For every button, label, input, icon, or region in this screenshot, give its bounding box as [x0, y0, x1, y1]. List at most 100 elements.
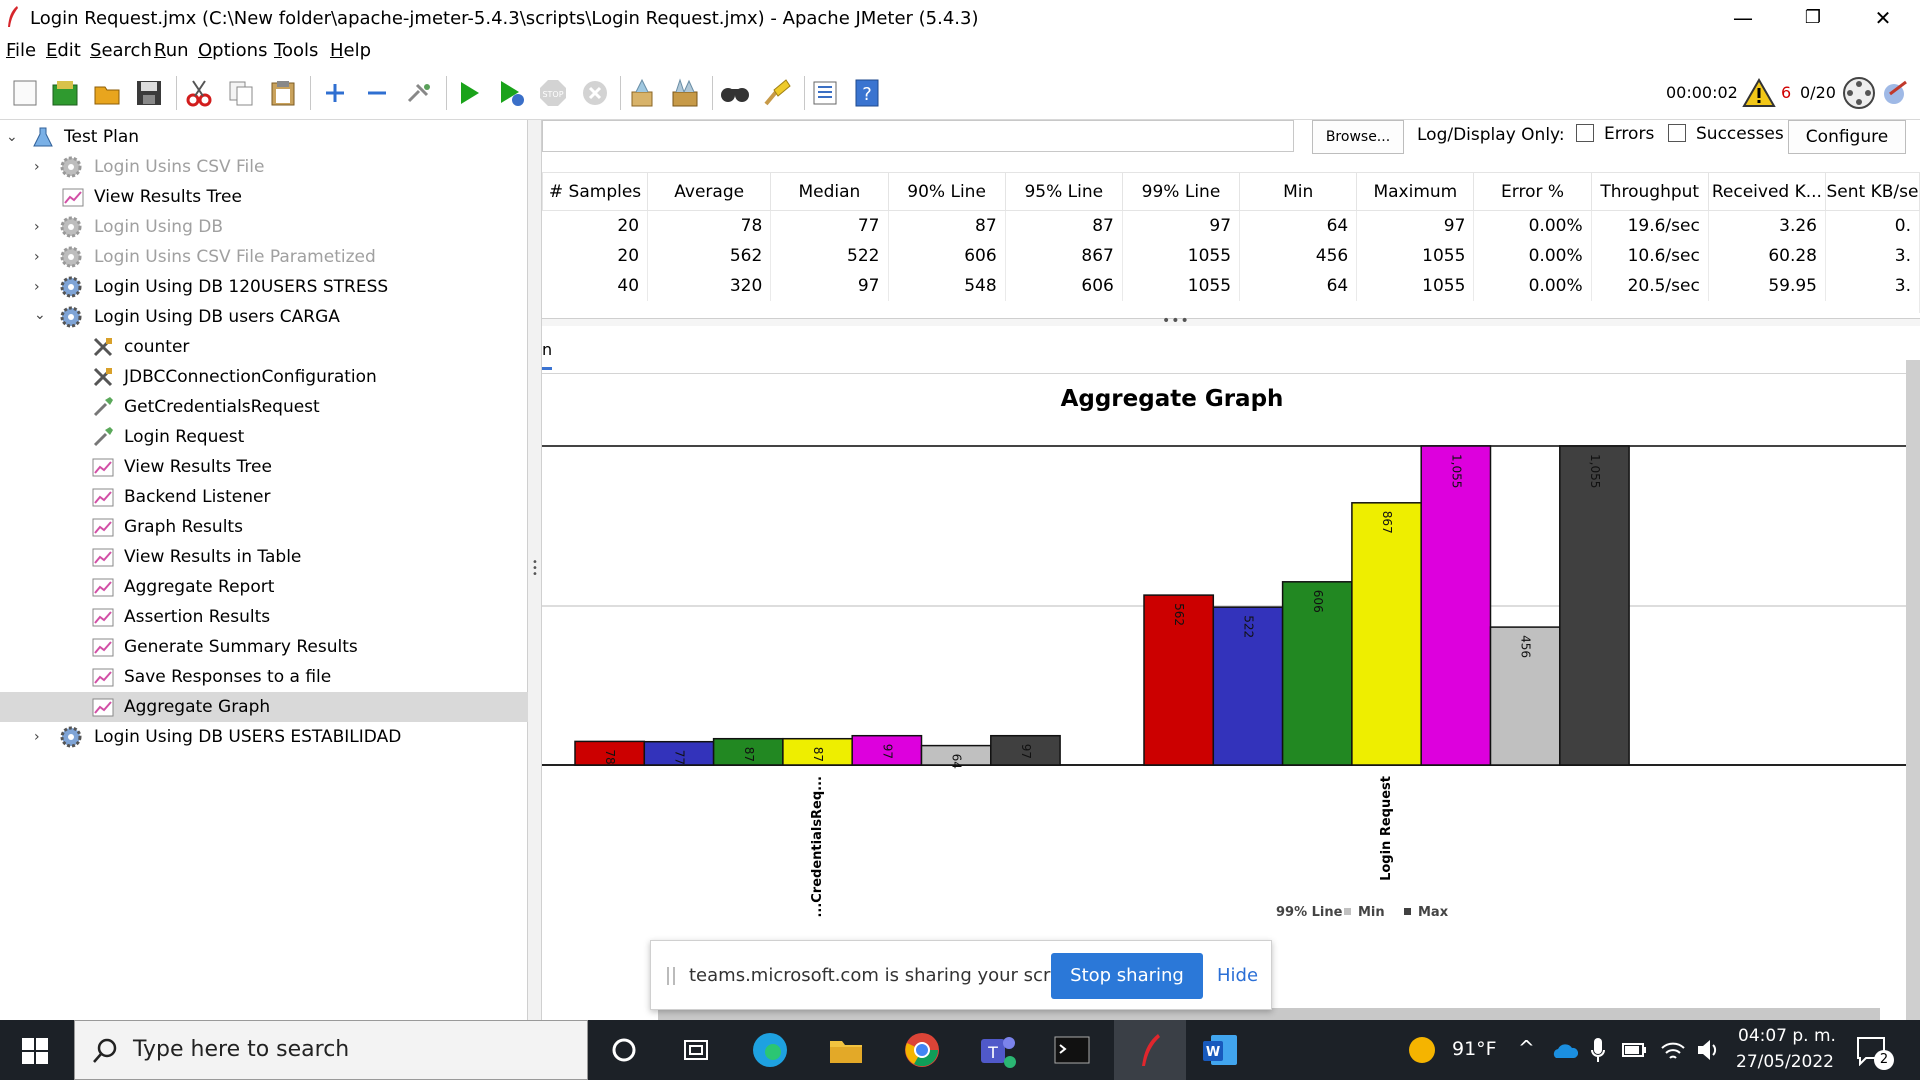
- column-header[interactable]: Received K...: [1707, 172, 1827, 211]
- tree-node-aggregate-report[interactable]: Aggregate Report: [0, 572, 528, 602]
- filename-input[interactable]: [542, 120, 1294, 152]
- stop-icon[interactable]: STOP: [536, 76, 570, 110]
- cut-icon[interactable]: [182, 76, 216, 110]
- tree-node-login-request[interactable]: Login Request: [0, 422, 528, 452]
- function-helper-icon[interactable]: [808, 76, 842, 110]
- expand-all-icon[interactable]: [318, 76, 352, 110]
- configure-button[interactable]: Configure: [1788, 120, 1906, 154]
- jmeter-taskbar-active[interactable]: [1114, 1020, 1186, 1080]
- terminal-icon[interactable]: [1052, 1030, 1092, 1070]
- errors-checkbox[interactable]: [1576, 124, 1594, 142]
- table-row[interactable]: 40 320 97 548 606 1055 64 1055 0.00% 20.5/sec 59.9…: [542, 270, 1920, 301]
- file-explorer-icon[interactable]: [826, 1030, 866, 1070]
- table-row[interactable]: 20 562 522 606 867 1055 456 1055 0.00% 10.6/sec 60…: [542, 240, 1920, 271]
- expand-icon[interactable]: ›: [34, 280, 48, 294]
- tree-node-backend-listener[interactable]: Backend Listener: [0, 482, 528, 512]
- tree-node-view-results-tree-child[interactable]: View Results Tree: [0, 452, 528, 482]
- minimize-button[interactable]: —: [1720, 4, 1766, 32]
- wifi-icon[interactable]: [1660, 1038, 1686, 1062]
- tree-node-assertion-results[interactable]: Assertion Results: [0, 602, 528, 632]
- start-icon[interactable]: [452, 76, 486, 110]
- collapse-all-icon[interactable]: [360, 76, 394, 110]
- new-icon[interactable]: [8, 76, 42, 110]
- tree-node-get-credentials-request[interactable]: GetCredentialsRequest: [0, 392, 528, 422]
- close-button[interactable]: ✕: [1860, 4, 1906, 32]
- tree-node-login-using-db-users-carga[interactable]: ⌄ Login Using DB users CARGA: [0, 302, 528, 332]
- tree-node-login-usins-csv-file[interactable]: › Login Usins CSV File: [0, 152, 528, 182]
- collapse-icon[interactable]: ⌄: [34, 308, 48, 322]
- paste-icon[interactable]: [266, 76, 300, 110]
- start-no-pauses-icon[interactable]: [494, 76, 528, 110]
- split-divider[interactable]: •••: [542, 313, 1920, 329]
- expand-icon[interactable]: ›: [34, 730, 48, 744]
- tree-node-login-using-db-users-estabilidad[interactable]: › Login Using DB USERS ESTABILIDAD: [0, 722, 528, 752]
- menu-tools[interactable]: Tools: [274, 40, 318, 61]
- column-header[interactable]: Median: [770, 172, 889, 211]
- drag-handle-icon[interactable]: [667, 967, 675, 985]
- menu-options[interactable]: Options: [198, 40, 267, 61]
- column-header[interactable]: # Samples: [541, 172, 649, 211]
- tree-node-generate-summary-results[interactable]: Generate Summary Results: [0, 632, 528, 662]
- clock-time[interactable]: 04:07 p. m.: [1738, 1026, 1836, 1046]
- column-header[interactable]: Error %: [1473, 172, 1592, 211]
- panel-splitter[interactable]: • • •: [528, 120, 542, 1020]
- clock-date[interactable]: 27/05/2022: [1736, 1052, 1834, 1072]
- tree-node-jdbc-connection-configuration[interactable]: JDBCConnectionConfiguration: [0, 362, 528, 392]
- save-icon[interactable]: [132, 76, 166, 110]
- clear-icon[interactable]: [626, 76, 660, 110]
- windows-start-icon[interactable]: [22, 1038, 48, 1064]
- menu-edit[interactable]: Edit: [46, 40, 81, 61]
- column-header[interactable]: Sent KB/se: [1825, 172, 1920, 211]
- copy-icon[interactable]: [224, 76, 258, 110]
- column-header[interactable]: Throughput: [1590, 172, 1709, 211]
- stop-sharing-button[interactable]: Stop sharing: [1051, 953, 1203, 999]
- column-header[interactable]: Maximum: [1356, 172, 1475, 211]
- menu-help[interactable]: Help: [330, 40, 371, 61]
- taskbar-search-box[interactable]: Type here to search: [74, 1020, 588, 1080]
- expand-icon[interactable]: ›: [34, 250, 48, 264]
- weather-temperature[interactable]: 91°F: [1452, 1038, 1497, 1060]
- warning-icon[interactable]: [1742, 78, 1776, 108]
- column-header[interactable]: 99% Line: [1121, 172, 1241, 211]
- tree-node-aggregate-graph[interactable]: Aggregate Graph: [0, 692, 528, 722]
- battery-icon[interactable]: [1622, 1040, 1648, 1060]
- search-icon[interactable]: [718, 76, 752, 110]
- expand-icon[interactable]: ›: [34, 160, 48, 174]
- weather-sun-icon[interactable]: [1408, 1036, 1436, 1064]
- open-icon[interactable]: [90, 76, 124, 110]
- cortana-icon[interactable]: [604, 1030, 644, 1070]
- shutdown-icon[interactable]: [578, 76, 612, 110]
- browse-button[interactable]: Browse...: [1312, 120, 1404, 154]
- collapse-icon[interactable]: ⌄: [6, 130, 20, 144]
- column-header[interactable]: 95% Line: [1004, 172, 1123, 211]
- menu-search[interactable]: Search: [90, 40, 152, 61]
- column-header[interactable]: Min: [1239, 172, 1358, 211]
- onedrive-icon[interactable]: [1550, 1040, 1578, 1060]
- tree-node-graph-results[interactable]: Graph Results: [0, 512, 528, 542]
- tree-node-view-results-in-table[interactable]: View Results in Table: [0, 542, 528, 572]
- edge-icon[interactable]: [750, 1030, 790, 1070]
- successes-checkbox[interactable]: [1668, 124, 1686, 142]
- menu-file[interactable]: File: [6, 40, 36, 61]
- reset-search-icon[interactable]: [760, 76, 794, 110]
- toggle-icon[interactable]: [402, 76, 436, 110]
- microphone-icon[interactable]: [1590, 1036, 1606, 1064]
- restore-button[interactable]: ❐: [1790, 4, 1836, 32]
- tab-graph[interactable]: n: [542, 340, 552, 370]
- expand-icon[interactable]: ›: [34, 220, 48, 234]
- column-header[interactable]: Average: [647, 172, 772, 211]
- hide-banner-link[interactable]: Hide: [1217, 965, 1258, 986]
- task-view-icon[interactable]: [676, 1030, 716, 1070]
- help-icon[interactable]: ?: [850, 76, 884, 110]
- templates-icon[interactable]: [48, 76, 82, 110]
- speaker-icon[interactable]: [1696, 1038, 1722, 1062]
- clear-all-icon[interactable]: [668, 76, 702, 110]
- tree-node-login-using-db[interactable]: › Login Using DB: [0, 212, 528, 242]
- word-icon[interactable]: W: [1200, 1030, 1240, 1070]
- tree-node-view-results-tree[interactable]: View Results Tree: [0, 182, 528, 212]
- teams-icon[interactable]: T: [978, 1030, 1018, 1070]
- menu-run[interactable]: Run: [154, 40, 189, 61]
- tree-node-test-plan[interactable]: ⌄ Test Plan: [0, 122, 528, 152]
- table-row[interactable]: 20 78 77 87 87 97 64 97 0.00% 19.6/sec 3.26 0.: [542, 210, 1920, 241]
- column-header[interactable]: 90% Line: [887, 172, 1006, 211]
